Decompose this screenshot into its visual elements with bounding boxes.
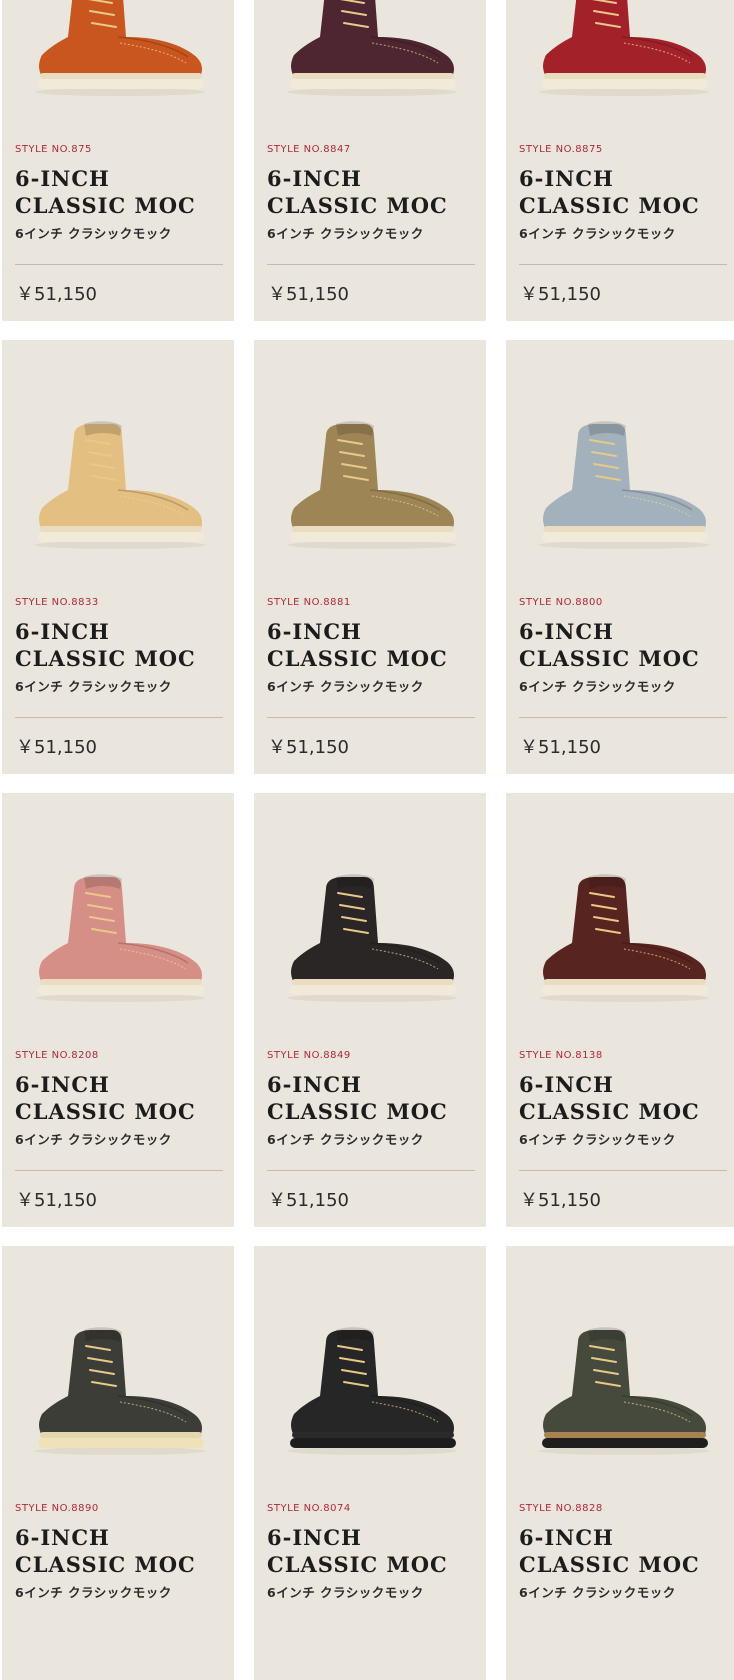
product-card[interactable]: STYLE NO.8833 6-INCH CLASSIC MOC 6インチ クラシッ… xyxy=(2,340,234,774)
product-title[interactable]: 6-INCH CLASSIC MOC xyxy=(15,1071,225,1125)
product-price: ￥51,150 xyxy=(520,284,601,305)
product-title[interactable]: 6-INCH CLASSIC MOC xyxy=(267,165,477,219)
product-image[interactable] xyxy=(254,1246,486,1506)
product-card[interactable]: STYLE NO.875 6-INCH CLASSIC MOC 6インチ クラシック… xyxy=(2,0,234,321)
product-title[interactable]: 6-INCH CLASSIC MOC xyxy=(15,165,225,219)
product-card[interactable]: STYLE NO.8847 6-INCH CLASSIC MOC 6インチ クラシッ… xyxy=(254,0,486,321)
product-subtitle: 6インチ クラシックモック xyxy=(519,1585,676,1600)
style-number: STYLE NO.8881 xyxy=(267,597,351,608)
divider xyxy=(15,717,223,718)
product-subtitle: 6インチ クラシックモック xyxy=(15,226,172,241)
style-number: STYLE NO.8890 xyxy=(15,1503,99,1514)
style-number: STYLE NO.8828 xyxy=(519,1503,603,1514)
style-number: STYLE NO.8875 xyxy=(519,144,603,155)
divider xyxy=(519,264,727,265)
style-number: STYLE NO.8847 xyxy=(267,144,351,155)
product-subtitle: 6インチ クラシックモック xyxy=(15,1585,172,1600)
product-card[interactable]: STYLE NO.8208 6-INCH CLASSIC MOC 6インチ クラシッ… xyxy=(2,793,234,1227)
product-price: ￥51,150 xyxy=(520,1190,601,1211)
product-price: ￥51,150 xyxy=(16,1190,97,1211)
product-subtitle: 6インチ クラシックモック xyxy=(519,1132,676,1147)
product-title[interactable]: 6-INCH CLASSIC MOC xyxy=(519,618,729,672)
product-image[interactable] xyxy=(2,793,234,1053)
product-title[interactable]: 6-INCH CLASSIC MOC xyxy=(15,1524,225,1578)
divider xyxy=(267,264,475,265)
product-price: ￥51,150 xyxy=(16,284,97,305)
divider xyxy=(267,1170,475,1171)
product-grid: STYLE NO.875 6-INCH CLASSIC MOC 6インチ クラシック… xyxy=(0,0,734,1680)
product-image[interactable] xyxy=(254,340,486,600)
product-card[interactable]: STYLE NO.8138 6-INCH CLASSIC MOC 6インチ クラシッ… xyxy=(506,793,734,1227)
product-title[interactable]: 6-INCH CLASSIC MOC xyxy=(267,618,477,672)
style-number: STYLE NO.8849 xyxy=(267,1050,351,1061)
divider xyxy=(15,264,223,265)
product-card[interactable]: STYLE NO.8074 6-INCH CLASSIC MOC 6インチ クラシッ… xyxy=(254,1246,486,1680)
product-image[interactable] xyxy=(2,0,234,147)
product-image[interactable] xyxy=(254,793,486,1053)
product-image[interactable] xyxy=(2,340,234,600)
product-card[interactable]: STYLE NO.8890 6-INCH CLASSIC MOC 6インチ クラシッ… xyxy=(2,1246,234,1680)
style-number: STYLE NO.8138 xyxy=(519,1050,603,1061)
style-number: STYLE NO.8208 xyxy=(15,1050,99,1061)
product-title[interactable]: 6-INCH CLASSIC MOC xyxy=(267,1524,477,1578)
style-number: STYLE NO.8800 xyxy=(519,597,603,608)
product-subtitle: 6インチ クラシックモック xyxy=(267,1585,424,1600)
product-card[interactable]: STYLE NO.8849 6-INCH CLASSIC MOC 6インチ クラシッ… xyxy=(254,793,486,1227)
style-number: STYLE NO.875 xyxy=(15,144,92,155)
product-image[interactable] xyxy=(2,1246,234,1506)
product-title[interactable]: 6-INCH CLASSIC MOC xyxy=(519,1071,729,1125)
product-price: ￥51,150 xyxy=(16,737,97,758)
divider xyxy=(519,717,727,718)
product-subtitle: 6インチ クラシックモック xyxy=(519,226,676,241)
product-image[interactable] xyxy=(506,340,734,600)
style-number: STYLE NO.8833 xyxy=(15,597,99,608)
product-card[interactable]: STYLE NO.8881 6-INCH CLASSIC MOC 6インチ クラシッ… xyxy=(254,340,486,774)
product-title[interactable]: 6-INCH CLASSIC MOC xyxy=(519,1524,729,1578)
product-subtitle: 6インチ クラシックモック xyxy=(267,226,424,241)
product-subtitle: 6インチ クラシックモック xyxy=(15,679,172,694)
product-image[interactable] xyxy=(254,0,486,147)
divider xyxy=(519,1170,727,1171)
product-title[interactable]: 6-INCH CLASSIC MOC xyxy=(519,165,729,219)
divider xyxy=(15,1170,223,1171)
product-image[interactable] xyxy=(506,1246,734,1506)
product-subtitle: 6インチ クラシックモック xyxy=(267,1132,424,1147)
product-card[interactable]: STYLE NO.8875 6-INCH CLASSIC MOC 6インチ クラシッ… xyxy=(506,0,734,321)
product-price: ￥51,150 xyxy=(520,737,601,758)
product-price: ￥51,150 xyxy=(268,737,349,758)
style-number: STYLE NO.8074 xyxy=(267,1503,351,1514)
product-price: ￥51,150 xyxy=(268,1190,349,1211)
product-card[interactable]: STYLE NO.8800 6-INCH CLASSIC MOC 6インチ クラシッ… xyxy=(506,340,734,774)
product-title[interactable]: 6-INCH CLASSIC MOC xyxy=(15,618,225,672)
divider xyxy=(267,717,475,718)
product-subtitle: 6インチ クラシックモック xyxy=(267,679,424,694)
product-image[interactable] xyxy=(506,793,734,1053)
product-subtitle: 6インチ クラシックモック xyxy=(519,679,676,694)
product-card[interactable]: STYLE NO.8828 6-INCH CLASSIC MOC 6インチ クラシッ… xyxy=(506,1246,734,1680)
product-price: ￥51,150 xyxy=(268,284,349,305)
product-subtitle: 6インチ クラシックモック xyxy=(15,1132,172,1147)
product-title[interactable]: 6-INCH CLASSIC MOC xyxy=(267,1071,477,1125)
product-image[interactable] xyxy=(506,0,734,147)
